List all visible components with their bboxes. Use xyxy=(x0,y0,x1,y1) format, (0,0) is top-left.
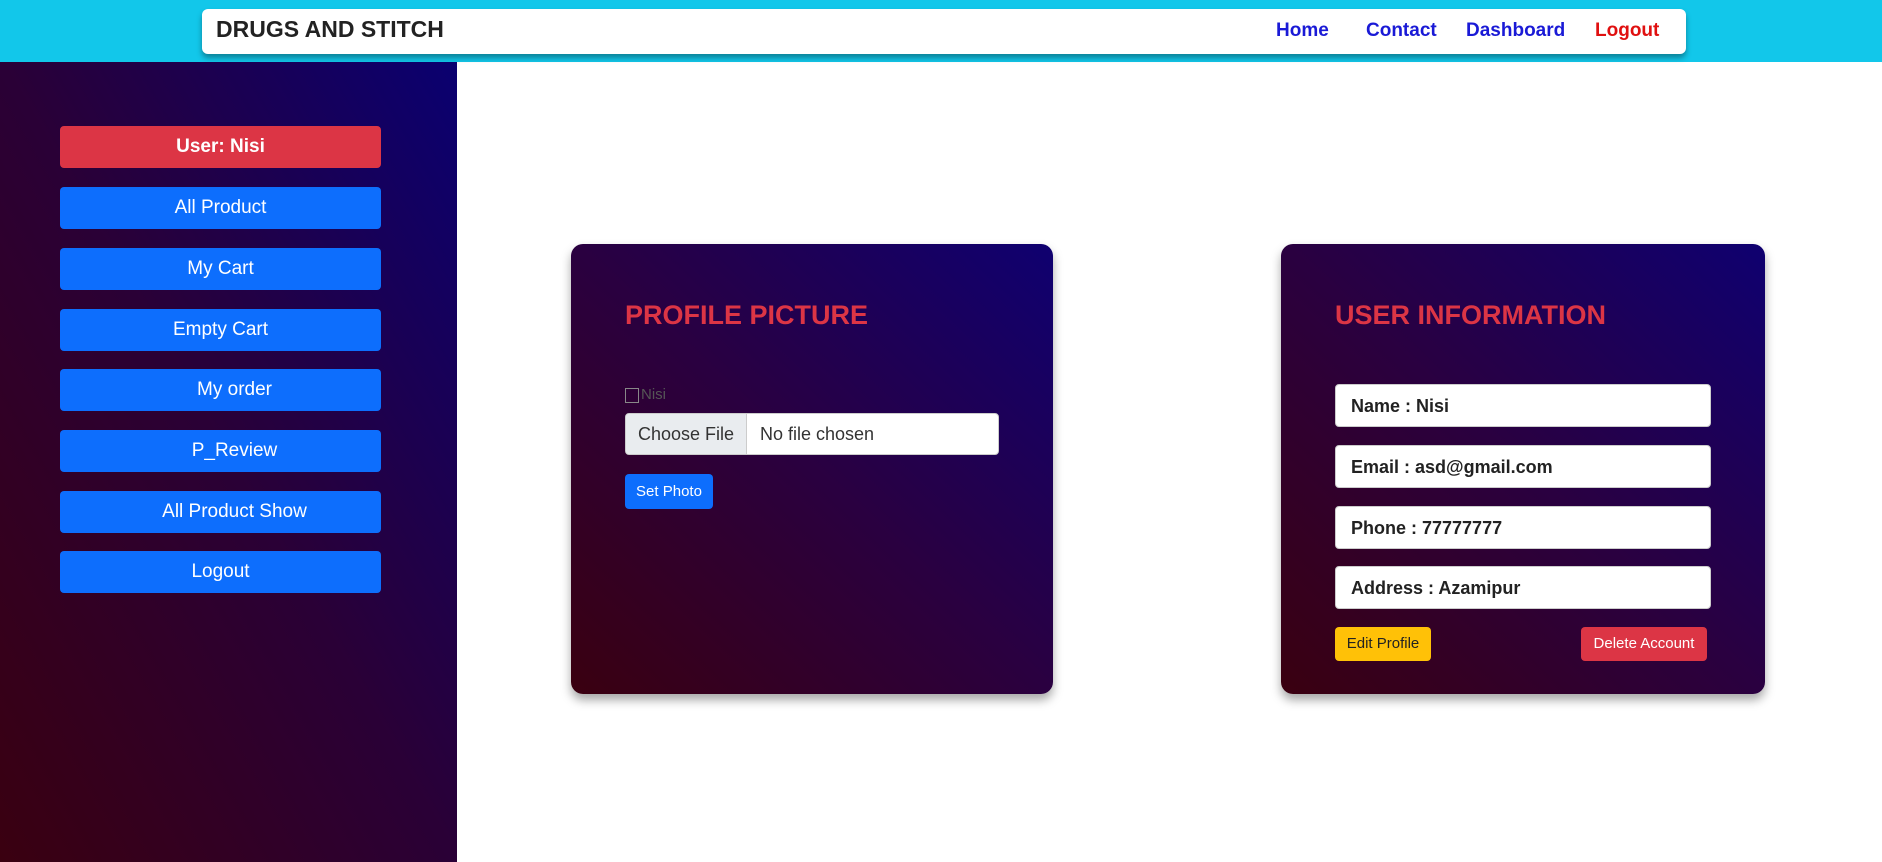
sidebar-item-all-product-show[interactable]: All Product Show xyxy=(60,491,381,533)
sidebar-item-my-cart[interactable]: My Cart xyxy=(60,248,381,290)
sidebar-item-empty-cart[interactable]: Empty Cart xyxy=(60,309,381,351)
profile-image-alt: Nisi xyxy=(641,386,666,403)
file-status: No file chosen xyxy=(760,424,875,444)
nav-home-link[interactable]: Home xyxy=(1276,20,1329,42)
sidebar-item-logout[interactable]: Logout xyxy=(60,551,381,593)
address-field: Address : Azamipur xyxy=(1335,566,1711,609)
user-information-card: USER INFORMATION Name : Nisi Email : asd… xyxy=(1281,244,1765,694)
sidebar-item-p-review[interactable]: P_Review xyxy=(60,430,381,472)
nav-contact-link[interactable]: Contact xyxy=(1366,20,1437,42)
phone-field: Phone : 77777777 xyxy=(1335,506,1711,549)
profile-card-title: PROFILE PICTURE xyxy=(625,300,869,330)
profile-image: Nisi xyxy=(625,386,673,404)
profile-picture-card: PROFILE PICTURE Nisi Choose File No file… xyxy=(571,244,1053,694)
nav-logout-link[interactable]: Logout xyxy=(1595,20,1659,42)
delete-account-button[interactable]: Delete Account xyxy=(1581,627,1707,661)
brand-title[interactable]: DRUGS AND STITCH xyxy=(216,16,444,43)
broken-image-icon xyxy=(625,387,639,403)
top-bar: DRUGS AND STITCH Home Contact Dashboard … xyxy=(0,0,1882,62)
edit-profile-button[interactable]: Edit Profile xyxy=(1335,627,1431,661)
choose-file-button[interactable]: Choose File xyxy=(626,414,747,454)
sidebar-item-my-order[interactable]: My order xyxy=(60,369,381,411)
set-photo-button[interactable]: Set Photo xyxy=(625,474,713,509)
file-input[interactable]: Choose File No file chosen xyxy=(625,413,999,455)
nav-dashboard-link[interactable]: Dashboard xyxy=(1466,20,1565,42)
user-info-title: USER INFORMATION xyxy=(1335,300,1606,330)
sidebar: User: Nisi All Product My Cart Empty Car… xyxy=(0,62,457,862)
name-field: Name : Nisi xyxy=(1335,384,1711,427)
user-badge[interactable]: User: Nisi xyxy=(60,126,381,168)
navbar: DRUGS AND STITCH Home Contact Dashboard … xyxy=(202,9,1686,54)
email-field: Email : asd@gmail.com xyxy=(1335,445,1711,488)
sidebar-item-all-product[interactable]: All Product xyxy=(60,187,381,229)
